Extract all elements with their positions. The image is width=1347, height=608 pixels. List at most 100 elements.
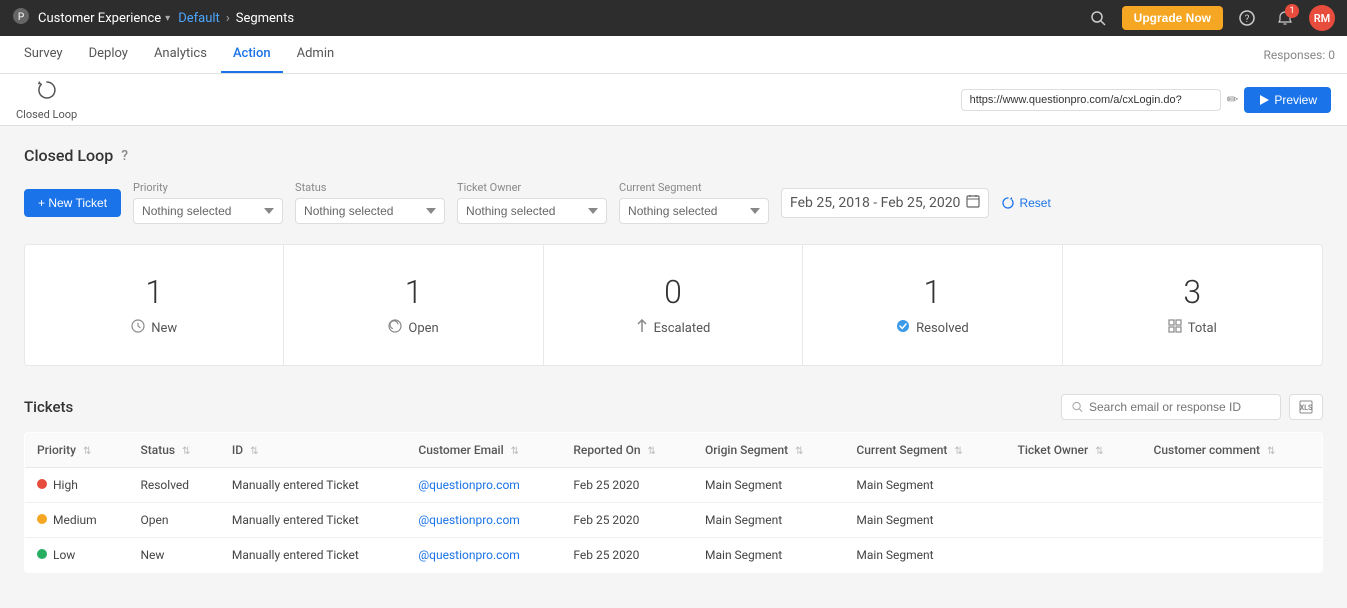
email-cell[interactable]: @questionpro.com: [406, 503, 561, 538]
stat-open-number: 1: [304, 273, 522, 311]
help-icon[interactable]: ?: [1233, 4, 1261, 32]
responses-count: Responses: 0: [1263, 48, 1335, 62]
ticket-owner-cell: [1006, 468, 1142, 503]
origin-segment-cell: Main Segment: [693, 538, 844, 573]
section-title: Closed Loop ?: [24, 146, 1323, 165]
sort-icon: ⇅: [795, 446, 803, 457]
nav-item-deploy[interactable]: Deploy: [77, 36, 140, 73]
breadcrumb: Default › Segments: [178, 11, 294, 26]
origin-segment-cell: Main Segment: [693, 468, 844, 503]
table-row[interactable]: Medium Open Manually entered Ticket @que…: [25, 503, 1323, 538]
email-cell[interactable]: @questionpro.com: [406, 468, 561, 503]
stat-resolved-label: Resolved: [823, 319, 1041, 337]
help-icon[interactable]: ?: [121, 148, 128, 164]
table-header-row: Priority ⇅ Status ⇅ ID ⇅ Customer Email …: [25, 433, 1323, 468]
status-filter: Status Nothing selected: [295, 181, 445, 224]
ticket-owner-filter: Ticket Owner Nothing selected: [457, 181, 607, 224]
reported-cell: Feb 25 2020: [561, 468, 693, 503]
table-row[interactable]: High Resolved Manually entered Ticket @q…: [25, 468, 1323, 503]
tickets-title: Tickets: [24, 398, 73, 416]
priority-value: High: [53, 478, 78, 492]
edit-icon[interactable]: ✏: [1227, 92, 1239, 108]
current-segment-cell: Main Segment: [844, 468, 1005, 503]
current-segment-select[interactable]: Nothing selected: [619, 198, 769, 224]
nav-item-action[interactable]: Action: [221, 36, 283, 73]
main-content: Closed Loop ? + New Ticket Priority Noth…: [0, 126, 1347, 593]
search-box: [1061, 394, 1281, 420]
stat-total-label: Total: [1083, 319, 1302, 337]
stat-open: 1 Open: [284, 245, 543, 365]
current-segment-cell: Main Segment: [844, 503, 1005, 538]
logo-icon: P: [12, 7, 30, 29]
reported-cell: Feb 25 2020: [561, 538, 693, 573]
comment-cell: [1142, 538, 1323, 573]
priority-filter: Priority Nothing selected: [133, 181, 283, 224]
priority-value: Medium: [53, 513, 97, 527]
closed-loop-icon: [36, 79, 58, 106]
email-cell[interactable]: @questionpro.com: [406, 538, 561, 573]
nav-item-analytics[interactable]: Analytics: [142, 36, 219, 73]
date-range-picker[interactable]: Feb 25, 2018 - Feb 25, 2020: [781, 188, 989, 218]
priority-dot: [37, 514, 47, 524]
search-icon[interactable]: [1084, 4, 1112, 32]
status-select[interactable]: Nothing selected: [295, 198, 445, 224]
ticket-owner-select[interactable]: Nothing selected: [457, 198, 607, 224]
col-ticket-owner: Ticket Owner ⇅: [1006, 433, 1142, 468]
col-status: Status ⇅: [128, 433, 219, 468]
resolved-icon: [896, 319, 910, 337]
breadcrumb-sep: ›: [226, 11, 230, 26]
svg-text:?: ?: [1245, 14, 1250, 25]
new-ticket-button[interactable]: + New Ticket: [24, 189, 121, 217]
breadcrumb-current: Segments: [236, 11, 294, 26]
sort-icon: ⇅: [182, 446, 190, 457]
sort-icon: ⇅: [1267, 446, 1275, 457]
stat-resolved: 1 Resolved: [803, 245, 1062, 365]
notification-badge: 1: [1285, 4, 1299, 18]
filter-row: + New Ticket Priority Nothing selected S…: [24, 181, 1323, 224]
col-current-segment: Current Segment ⇅: [844, 433, 1005, 468]
date-range-text: Feb 25, 2018 - Feb 25, 2020: [790, 195, 960, 211]
total-icon: [1168, 319, 1182, 337]
nav-bar: Survey Deploy Analytics Action Admin Res…: [0, 36, 1347, 74]
sort-icon: ⇅: [648, 446, 656, 457]
sort-icon: ⇅: [954, 446, 962, 457]
current-segment-filter: Current Segment Nothing selected: [619, 181, 769, 224]
priority-select[interactable]: Nothing selected: [133, 198, 283, 224]
current-segment-cell: Main Segment: [844, 538, 1005, 573]
table-row[interactable]: Low New Manually entered Ticket @questio…: [25, 538, 1323, 573]
svg-text:XLS: XLS: [1300, 404, 1313, 412]
id-cell: Manually entered Ticket: [220, 503, 407, 538]
origin-segment-cell: Main Segment: [693, 503, 844, 538]
ticket-owner-cell: [1006, 538, 1142, 573]
sort-icon: ⇅: [250, 446, 258, 457]
search-icon: [1072, 401, 1083, 413]
app-name[interactable]: Customer Experience ▾: [38, 11, 170, 26]
new-icon: [131, 319, 145, 337]
preview-button[interactable]: Preview: [1244, 87, 1331, 113]
notification-icon[interactable]: 1: [1271, 4, 1299, 32]
reset-button[interactable]: Reset: [1001, 196, 1050, 210]
nav-item-admin[interactable]: Admin: [285, 36, 347, 73]
nav-item-survey[interactable]: Survey: [12, 36, 75, 73]
tickets-right: XLS: [1061, 394, 1323, 420]
closed-loop-button[interactable]: Closed Loop: [16, 79, 77, 121]
priority-label: Priority: [133, 181, 283, 194]
xls-button[interactable]: XLS: [1289, 394, 1323, 420]
breadcrumb-default[interactable]: Default: [178, 11, 220, 26]
stat-open-label: Open: [304, 319, 522, 337]
stats-grid: 1 New 1 Open 0 Escalat: [24, 244, 1323, 366]
search-input[interactable]: [1089, 400, 1270, 414]
stat-total: 3 Total: [1063, 245, 1322, 365]
col-id: ID ⇅: [220, 433, 407, 468]
nav-items: Survey Deploy Analytics Action Admin: [12, 36, 346, 73]
status-cell: Resolved: [128, 468, 219, 503]
top-bar: P Customer Experience ▾ Default › Segmen…: [0, 0, 1347, 36]
toolbar: Closed Loop ✏ Preview: [0, 74, 1347, 126]
ticket-owner-cell: [1006, 503, 1142, 538]
top-bar-right: Upgrade Now ? 1 RM: [1084, 4, 1335, 32]
url-input[interactable]: [961, 89, 1221, 111]
avatar[interactable]: RM: [1309, 5, 1335, 31]
upgrade-button[interactable]: Upgrade Now: [1122, 6, 1223, 30]
tickets-table: Priority ⇅ Status ⇅ ID ⇅ Customer Email …: [24, 432, 1323, 573]
priority-dot: [37, 549, 47, 559]
